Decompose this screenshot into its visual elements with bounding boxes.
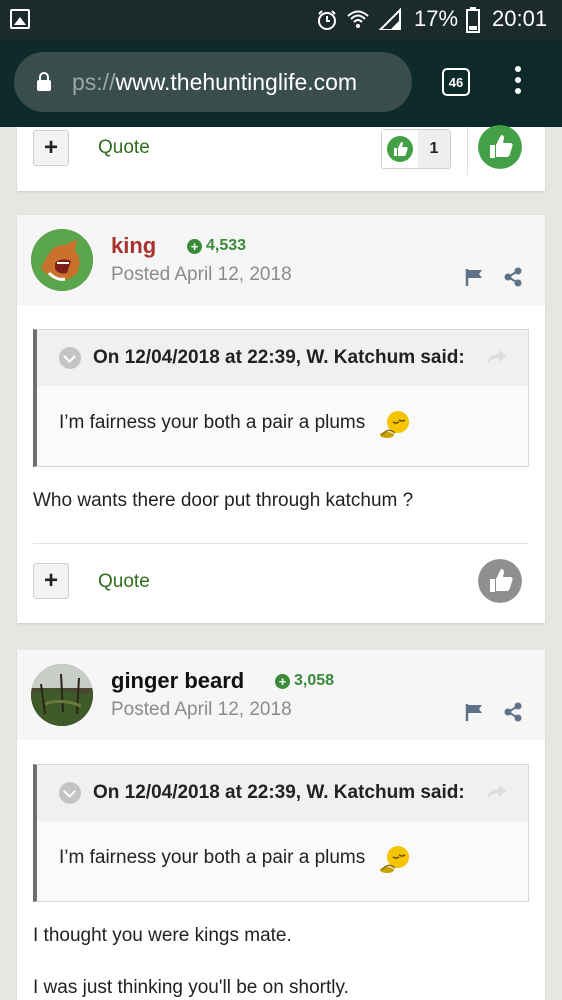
browser-toolbar: ps://www.thehuntinglife.com 46 <box>0 40 562 127</box>
chevron-down-icon[interactable] <box>59 782 81 804</box>
divider <box>467 127 468 175</box>
post-header: ginger beard +3,058 Posted April 12, 201… <box>17 650 545 740</box>
divider <box>33 543 529 544</box>
previous-post-actions: + Quote 1 <box>17 125 545 191</box>
quote-citation: On 12/04/2018 at 22:39, W. Katchum said: <box>93 782 465 803</box>
quote-header[interactable]: On 12/04/2018 at 22:39, W. Katchum said: <box>37 330 528 386</box>
quote-link[interactable]: Quote <box>98 137 150 159</box>
sleepy-emoji-icon <box>380 411 410 438</box>
url-host: www.thehuntinglife.com <box>115 69 358 95</box>
reputation-count: 4,533 <box>206 237 247 254</box>
reputation-badge: +3,058 <box>275 672 334 690</box>
post-date[interactable]: Posted April 12, 2018 <box>111 699 292 721</box>
battery-icon <box>466 7 480 33</box>
author-name[interactable]: ginger beard <box>111 668 244 694</box>
menu-dots-icon[interactable] <box>508 66 528 100</box>
lock-icon <box>37 72 51 91</box>
clock: 20:01 <box>492 6 548 31</box>
tab-switcher-button[interactable]: 46 <box>442 68 470 96</box>
post-card: king +4,533 Posted April 12, 2018 On 12/… <box>17 215 545 623</box>
reaction-count-box[interactable]: 1 <box>381 129 451 169</box>
author-name[interactable]: king <box>111 233 156 259</box>
like-small-icon <box>387 136 413 162</box>
like-button-icon[interactable] <box>478 559 522 603</box>
quote-body: I’m fairness your both a pair a plums <box>37 386 528 466</box>
flag-icon[interactable] <box>465 268 485 286</box>
post-body-text: I thought you were kings mate. <box>33 925 292 946</box>
post-header: king +4,533 Posted April 12, 2018 <box>17 215 545 305</box>
multiquote-button[interactable]: + <box>33 563 69 599</box>
image-icon <box>10 9 30 29</box>
share-icon[interactable] <box>503 702 523 722</box>
like-button-icon[interactable] <box>478 125 522 169</box>
quote-body: I’m fairness your both a pair a plums <box>37 821 528 901</box>
multiquote-button[interactable]: + <box>33 130 69 166</box>
post-card: ginger beard +3,058 Posted April 12, 201… <box>17 650 545 1000</box>
avatar[interactable] <box>31 664 93 726</box>
signal-icon <box>378 8 401 30</box>
quote-block: On 12/04/2018 at 22:39, W. Katchum said:… <box>33 329 529 467</box>
post-date[interactable]: Posted April 12, 2018 <box>111 264 292 286</box>
reputation-count: 3,058 <box>294 672 335 689</box>
url-text[interactable]: ps://www.thehuntinglife.com <box>72 69 357 96</box>
quote-header[interactable]: On 12/04/2018 at 22:39, W. Katchum said: <box>37 765 528 821</box>
quote-block: On 12/04/2018 at 22:39, W. Katchum said:… <box>33 764 529 902</box>
avatar[interactable] <box>31 229 93 291</box>
quote-link[interactable]: Quote <box>98 571 150 593</box>
sleepy-emoji-icon <box>380 846 410 873</box>
alarm-icon <box>318 10 336 30</box>
post-body-text: Who wants there door put through katchum… <box>33 490 414 511</box>
flag-icon[interactable] <box>465 703 485 721</box>
plus-circle-icon: + <box>275 673 290 689</box>
wifi-icon <box>347 10 369 28</box>
status-bar: 17% 20:01 <box>0 0 562 40</box>
quote-text: I’m fairness your both a pair a plums <box>59 412 366 433</box>
chevron-down-icon[interactable] <box>59 347 81 369</box>
post-body-text: I was just thinking you'll be on shortly… <box>33 977 349 998</box>
quote-text: I’m fairness your both a pair a plums <box>59 847 366 868</box>
share-icon[interactable] <box>503 267 523 287</box>
go-to-post-icon[interactable] <box>485 348 507 366</box>
reputation-badge: +4,533 <box>187 237 246 255</box>
like-count: 1 <box>418 130 450 168</box>
url-prefix: ps:// <box>72 69 116 95</box>
address-bar[interactable]: ps://www.thehuntinglife.com <box>14 52 412 112</box>
plus-circle-icon: + <box>187 238 202 254</box>
go-to-post-icon[interactable] <box>485 783 507 801</box>
quote-citation: On 12/04/2018 at 22:39, W. Katchum said: <box>93 347 465 368</box>
battery-percent: 17% <box>414 6 459 31</box>
